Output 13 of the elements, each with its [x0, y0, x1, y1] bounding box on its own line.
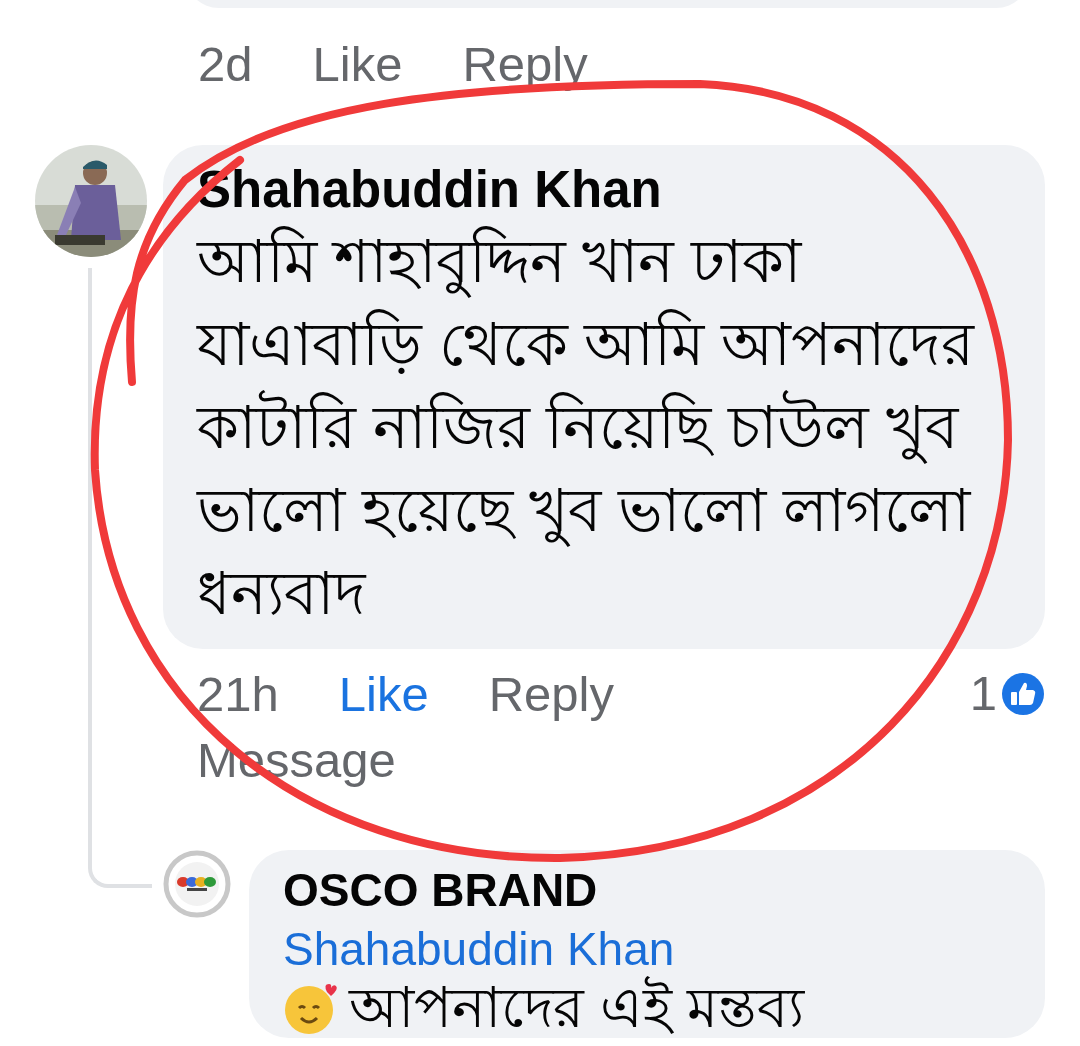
timestamp: 2d	[198, 36, 253, 93]
reaction-count[interactable]: 1	[969, 657, 997, 731]
author-name[interactable]: Shahabuddin Khan	[197, 159, 1009, 221]
timestamp: 21h	[197, 666, 279, 724]
comment-text: আমি শাহাবুদ্দিন খান ঢাকা যাএাবাড়ি থেকে আমি আপনাদের কাটারি নাজির নিয়েছি চাউল খুব ভালো হয়েছে খুব ভালো লাগলো ধন্যবাদ	[197, 225, 976, 630]
author-name[interactable]: OSCO BRAND	[283, 860, 1009, 920]
like-link[interactable]: Like	[338, 661, 429, 728]
like-icon	[1001, 672, 1045, 717]
reply-link[interactable]: Reply	[488, 661, 614, 728]
brand-logo	[163, 850, 231, 918]
comment-text: আপনাদের এই মন্তব্য	[349, 978, 805, 1038]
reply-link[interactable]: Reply	[462, 28, 588, 102]
like-link[interactable]: Like	[312, 28, 403, 102]
